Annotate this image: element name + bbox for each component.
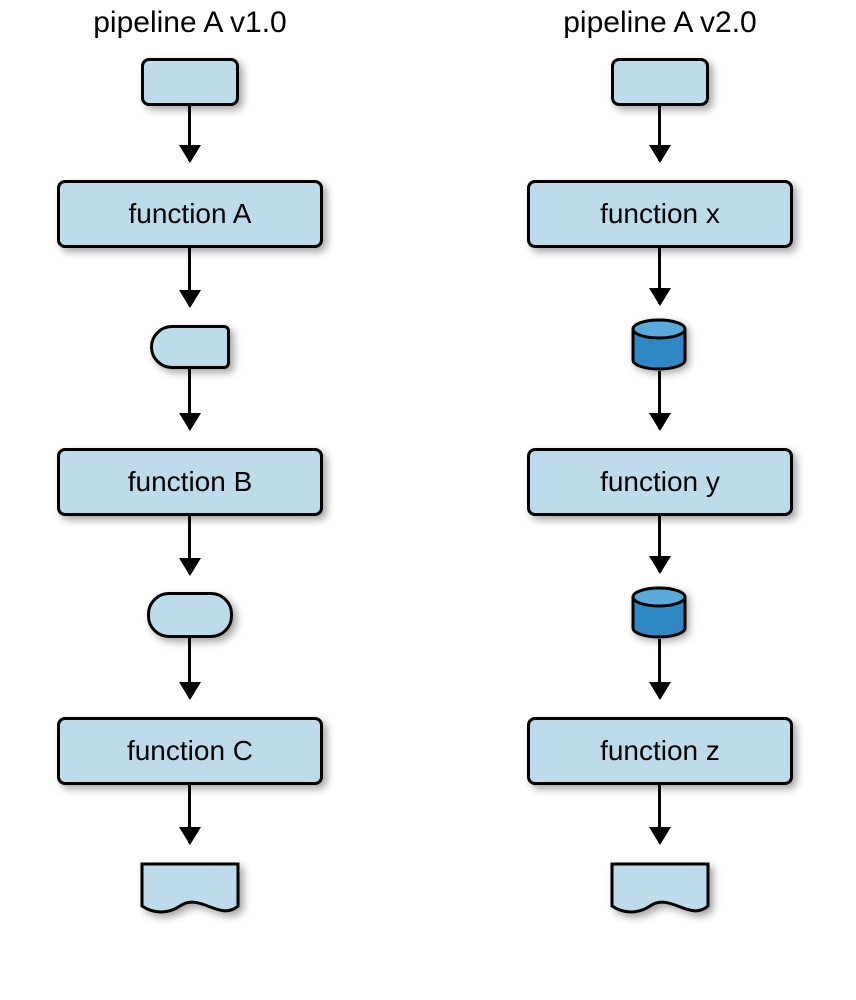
- function-label: function B: [128, 466, 253, 498]
- database-icon: [630, 586, 688, 640]
- arrow-icon: [188, 369, 191, 429]
- pipeline-left-function-a: function A: [57, 180, 323, 248]
- pipeline-left-start-node: [141, 58, 239, 106]
- function-label: function A: [129, 198, 252, 230]
- pipeline-right-title: pipeline A v2.0: [535, 6, 785, 40]
- arrow-icon: [658, 371, 661, 429]
- pipeline-left-intermediate-2: [147, 592, 233, 638]
- document-icon: [610, 862, 710, 920]
- arrow-icon: [188, 516, 191, 574]
- pipeline-right-start-node: [611, 58, 709, 106]
- pipeline-right-function-y: function y: [527, 448, 793, 516]
- pipeline-right-function-z: function z: [527, 717, 793, 785]
- arrow-icon: [188, 638, 191, 698]
- pipeline-right-function-x: function x: [527, 180, 793, 248]
- arrow-icon: [188, 248, 191, 306]
- database-icon: [630, 318, 688, 372]
- arrow-icon: [658, 516, 661, 572]
- pipeline-left-function-b: function B: [57, 448, 323, 516]
- function-label: function x: [600, 198, 720, 230]
- arrow-icon: [658, 785, 661, 843]
- function-label: function z: [600, 735, 720, 767]
- function-label: function C: [127, 735, 253, 767]
- arrow-icon: [658, 639, 661, 698]
- pipeline-left-title: pipeline A v1.0: [65, 6, 315, 40]
- pipeline-left-function-c: function C: [57, 717, 323, 785]
- pipeline-left-intermediate-1: [150, 325, 230, 369]
- arrow-icon: [658, 106, 661, 161]
- arrow-icon: [188, 106, 191, 161]
- arrow-icon: [188, 785, 191, 843]
- function-label: function y: [600, 466, 720, 498]
- arrow-icon: [658, 248, 661, 304]
- diagram-canvas: pipeline A v1.0 function A function B fu…: [0, 0, 856, 1000]
- document-icon: [140, 862, 240, 920]
